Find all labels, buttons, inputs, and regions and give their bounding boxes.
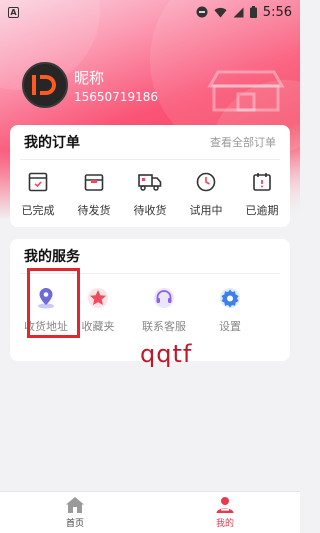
orders-card: 我的订单 查看全部订单 已完成 待发货 待收货 试用中 已逾期 [10, 125, 290, 227]
shop-icon [207, 70, 285, 112]
completed-box-icon [28, 172, 48, 192]
watermark: qqtf [140, 340, 193, 368]
pending-ship-icon [84, 174, 104, 191]
phone-number: 15650719186 [74, 89, 158, 104]
profile-section[interactable]: 昵称 15650719186 [22, 62, 158, 108]
order-label: 已完成 [21, 204, 55, 217]
status-time: 5:56 [262, 4, 292, 20]
avatar[interactable] [22, 62, 68, 108]
signal-icon [233, 7, 244, 17]
dnd-icon [196, 6, 208, 18]
service-label: 设置 [219, 320, 241, 333]
user-icon [216, 497, 234, 513]
order-label: 试用中 [189, 204, 223, 217]
service-label: 联系客服 [142, 320, 186, 333]
order-label: 已逾期 [245, 204, 279, 217]
order-trial[interactable]: 试用中 [178, 168, 234, 218]
overdue-calendar-icon [253, 173, 271, 191]
nickname: 昵称 [74, 68, 105, 87]
services-title: 我的服务 [24, 249, 80, 265]
service-customer-support[interactable]: 联系客服 [138, 286, 190, 334]
service-settings[interactable]: 设置 [204, 286, 256, 334]
order-overdue[interactable]: 已逾期 [234, 168, 290, 218]
view-all-orders-link[interactable]: 查看全部订单 [210, 134, 276, 150]
service-label: 收藏夹 [81, 320, 115, 333]
home-icon [66, 497, 84, 513]
delivery-truck-icon [138, 174, 162, 191]
order-completed[interactable]: 已完成 [10, 168, 66, 218]
order-pending-ship[interactable]: 待发货 [66, 168, 122, 218]
clock-icon [196, 172, 216, 192]
battery-icon [249, 6, 257, 18]
tab-home[interactable]: 首页 [0, 492, 150, 533]
highlight-box [27, 268, 80, 338]
logo-icon [32, 75, 56, 95]
gear-icon [220, 288, 240, 308]
orders-title: 我的订单 [24, 135, 80, 151]
tab-mine[interactable]: 我的 [150, 492, 300, 533]
a-icon: A [8, 6, 19, 18]
order-label: 待发货 [77, 204, 111, 217]
tab-mine-label: 我的 [215, 519, 234, 529]
order-label: 待收货 [133, 204, 167, 217]
tab-home-label: 首页 [65, 519, 84, 529]
status-bar: A 5:56 [0, 0, 300, 24]
bottom-tab-bar: 首页 我的 [0, 491, 300, 533]
headset-icon [154, 288, 174, 308]
wifi-icon [214, 7, 227, 18]
order-pending-receive[interactable]: 待收货 [122, 168, 178, 218]
star-icon [88, 288, 108, 308]
